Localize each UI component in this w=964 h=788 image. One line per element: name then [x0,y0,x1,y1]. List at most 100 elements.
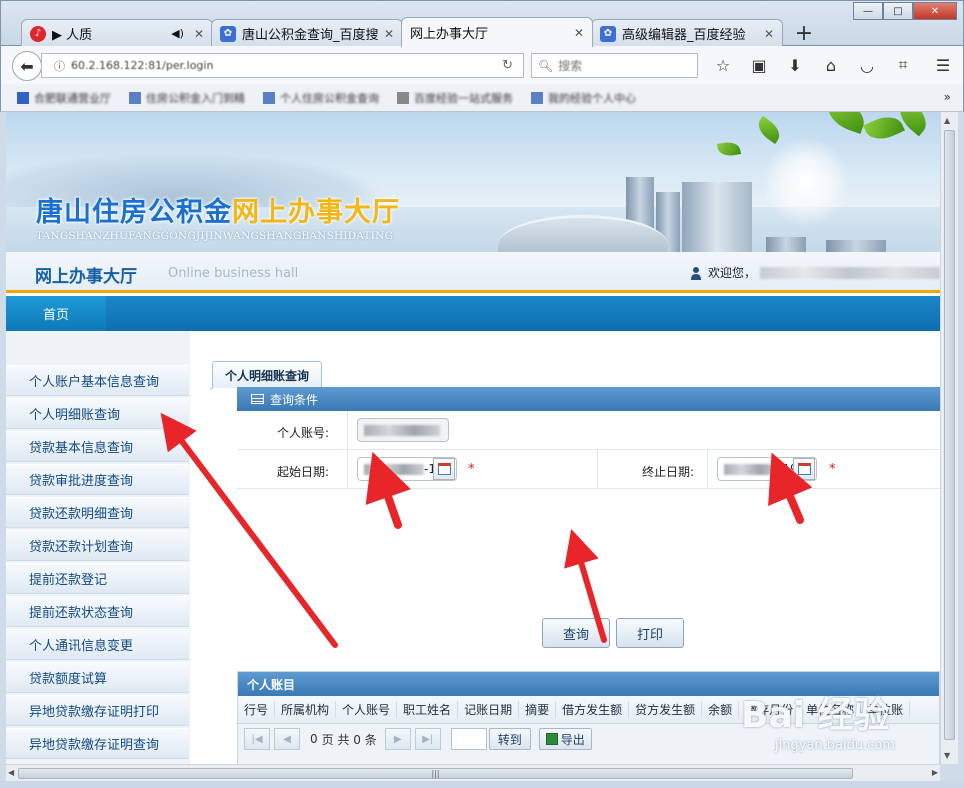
column-header[interactable]: 行号 [238,701,276,718]
clipboard-icon[interactable]: ▣ [741,54,777,76]
sidebar-item-loan-info[interactable]: 贷款基本信息查询 [6,431,189,462]
search-input[interactable]: 🔍︎ 搜索 [531,53,698,78]
sidebar-item-remote-cert-query[interactable]: 异地贷款缴存证明查询 [6,728,189,759]
account-field [357,418,449,442]
vertical-scroll-thumb[interactable] [944,130,955,740]
home-icon[interactable]: ⌂ [813,54,849,76]
bookmarks-overflow-button[interactable]: » [944,90,951,104]
site-banner: 唐山住房公积金网上办事大厅 TANGSHANZHUFANGGONGJIJINWA… [6,112,940,252]
end-date-picker-button[interactable] [793,458,815,480]
close-tab-icon[interactable]: ✕ [194,27,204,41]
address-bar[interactable]: ⓘ 60.2.168.122:81/per.login ↻ [41,53,524,78]
scroll-left-icon[interactable]: ◀ [8,768,14,777]
sidebar-item-loan-approval[interactable]: 贷款审批进度查询 [6,464,189,495]
maximize-button[interactable]: □ [883,2,913,20]
sidebar-item-repayment-plan[interactable]: 贷款还款计划查询 [6,530,189,561]
welcome-area: 欢迎您， [690,264,940,281]
column-header[interactable]: 单位名称 [800,701,862,718]
bookmark-item[interactable]: 合肥联通营业厅 [17,90,111,106]
query-panel: 查询条件 个人账号: 起始日期: -19 * 终止日期: [237,387,940,489]
bookmark-item[interactable]: 我的经验个人中心 [531,90,636,106]
download-icon[interactable]: ⬇ [777,54,813,76]
print-button[interactable]: 打印 [616,618,684,648]
first-page-button[interactable]: |◀ [244,728,270,750]
export-button[interactable]: 导出 [538,728,592,750]
system-name-en: Online business hall [168,266,299,281]
sidebar-item-prepayment-register[interactable]: 提前还款登记 [6,563,189,594]
bookmark-label: 我的经验个人中心 [548,91,636,105]
nav-home[interactable]: 首页 [6,296,106,331]
crop-icon[interactable]: ⌗ [885,54,921,76]
bookmark-item[interactable]: 住房公积金入门到精 [129,90,245,106]
column-header[interactable]: 职工姓名 [397,701,459,718]
minimize-button[interactable]: — [853,2,883,20]
column-header[interactable]: 所属机构 [275,701,337,718]
bookmark-item[interactable]: 个人住房公积金查询 [263,90,379,106]
last-page-button[interactable]: ▶| [414,728,441,750]
column-header[interactable]: 个人账号 [336,701,398,718]
sidebar-item-contact-change[interactable]: 个人通讯信息变更 [6,629,189,660]
grid-header-row: 行号 所属机构 个人账号 职工姓名 记账日期 摘要 借方发生额 贷方发生额 余额… [238,696,939,724]
column-header[interactable]: 余额 [702,701,740,718]
redacted-account [364,424,440,436]
tab-account-detail[interactable]: 个人明细账查询 [212,361,322,389]
vertical-scrollbar[interactable]: ▲ ▼ [940,112,958,764]
browser-tab-4[interactable]: ✿ 高级编辑器_百度经验 ✕ [591,19,783,47]
next-page-button[interactable]: ▶ [384,728,411,750]
page-icon [397,91,409,104]
baidu-paw-icon: ✿ [600,25,616,42]
account-label: 个人账号: [276,426,329,440]
grid-title: 个人账目 [238,672,939,696]
back-button[interactable]: ⬅ [12,51,42,81]
column-header[interactable]: 缴存月份 [739,701,801,718]
close-tab-icon[interactable]: ✕ [384,27,394,41]
redacted-username [760,266,940,279]
export-label: 导出 [560,732,585,747]
close-tab-icon[interactable]: ✕ [764,27,774,41]
new-tab-button[interactable]: + [789,19,819,47]
scroll-right-icon[interactable]: ▶ [932,768,938,777]
bookmark-item[interactable]: 百度经验一站式服务 [397,90,513,106]
page-icon [129,91,141,104]
browser-tab-2[interactable]: ✿ 唐山公积金查询_百度搜索 ✕ [211,19,403,47]
speaker-icon[interactable]: ◀) [171,27,184,40]
system-header: 网上办事大厅 Online business hall 欢迎您， [6,252,940,293]
browser-tab-3[interactable]: 网上办事大厅 ✕ [401,17,593,47]
bookmark-label: 个人住房公积金查询 [280,91,379,105]
sidebar-item-prepayment-status[interactable]: 提前还款状态查询 [6,596,189,627]
calendar-icon [797,463,811,475]
sidebar-item-account-detail[interactable]: 个人明细账查询 [6,398,189,429]
leaf-decoration [822,112,870,135]
scroll-up-icon[interactable]: ▲ [944,116,950,125]
sidebar-item-repayment-detail[interactable]: 贷款还款明细查询 [6,497,189,528]
current-page: 0 [310,732,318,746]
goto-page-input[interactable] [450,728,487,750]
sidebar-item-account-info[interactable]: 个人账户基本信息查询 [6,365,189,396]
horizontal-scrollbar[interactable]: ◀ ||| ▶ [6,764,940,781]
goto-button[interactable]: 转到 [488,728,531,750]
start-date-picker-button[interactable] [433,458,455,480]
horizontal-scroll-thumb[interactable]: ||| [18,768,853,779]
info-icon[interactable]: ⓘ [54,58,65,74]
sidebar-item-loan-estimate[interactable]: 贷款额度试算 [6,662,189,693]
column-header[interactable]: 借方发生额 [556,701,630,718]
bookmark-star-icon[interactable]: ☆ [705,54,741,76]
scroll-down-icon[interactable]: ▼ [944,751,950,760]
browser-tab-1[interactable]: ♪ ▶ 人质 ◀) ✕ [21,19,213,47]
column-header[interactable]: 贷方发生额 [629,701,703,718]
date-row: 起始日期: -19 * 终止日期: -19 * [237,450,940,489]
sidebar-item-remote-cert-print[interactable]: 异地贷款缴存证明打印 [6,695,189,726]
toolbar-icons: ☆ ▣ ⬇ ⌂ ◡ ⌗ ☰ [705,54,961,76]
reload-icon[interactable]: ↻ [502,58,513,73]
bookmark-label: 百度经验一站式服务 [414,91,513,105]
column-header[interactable]: 摘要 [519,701,557,718]
prev-page-button[interactable]: ◀ [274,728,300,750]
column-header[interactable]: 记账日期 [458,701,520,718]
column-header[interactable]: 单位账 [861,701,911,718]
close-tab-icon[interactable]: ✕ [574,26,584,40]
query-button[interactable]: 查询 [542,618,610,648]
close-window-button[interactable]: ✕ [913,2,957,20]
divider [597,450,598,489]
menu-icon[interactable]: ☰ [925,54,961,76]
pocket-icon[interactable]: ◡ [849,54,885,76]
